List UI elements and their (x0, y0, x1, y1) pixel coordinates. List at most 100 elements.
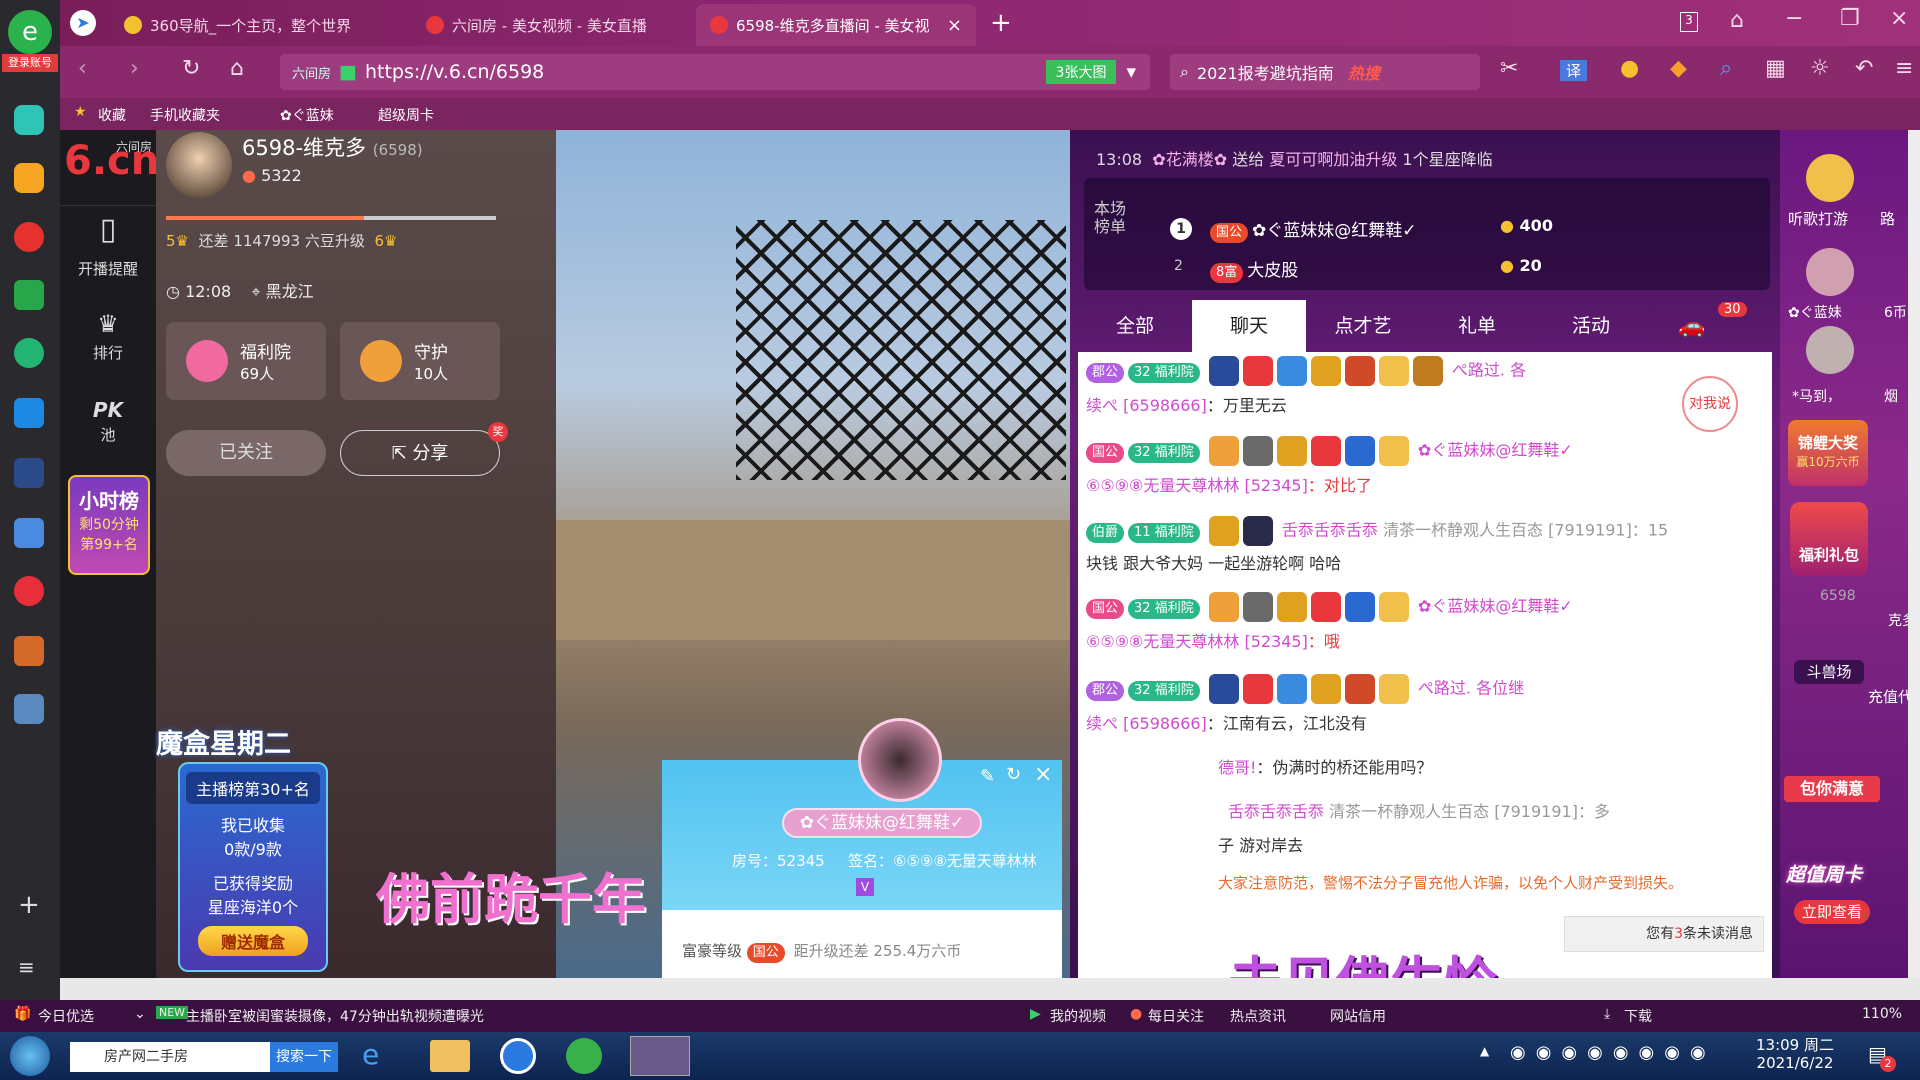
hourly-rank-card[interactable]: 小时榜 剩50分钟 第99+名 (68, 475, 150, 575)
browser-logo-icon[interactable]: e (8, 10, 52, 54)
share-button[interactable]: ⇱ 分享 (340, 430, 500, 476)
refresh-icon[interactable]: ↻ (1006, 764, 1021, 785)
followed-button[interactable]: 已关注 (166, 430, 326, 476)
new-tab-icon[interactable]: + (990, 8, 1012, 38)
chevron-down-icon[interactable]: ⌄ (134, 1006, 146, 1022)
view-now-button[interactable]: 立即查看 (1794, 900, 1870, 924)
popup-avatar[interactable] (858, 718, 942, 802)
host-avatar[interactable] (166, 132, 232, 198)
nav-pk[interactable]: PK (60, 398, 156, 422)
dropdown-icon[interactable]: ▾ (1126, 61, 1136, 83)
guard-button[interactable]: 守护 10人 (340, 322, 500, 400)
cloud-icon[interactable] (14, 338, 44, 368)
chat-message[interactable]: 国公 32 福利院 ✿ぐ蓝妹妹@红舞鞋✓ (1086, 592, 1766, 622)
tab-talent[interactable]: 点才艺 (1306, 300, 1420, 352)
bookmark-weekcard[interactable]: 超级周卡 (378, 105, 434, 125)
tab-all[interactable]: 全部 (1078, 300, 1192, 352)
forward-icon[interactable]: › (130, 56, 139, 81)
edit-icon[interactable]: ✎ (980, 766, 995, 787)
url-field[interactable]: 六间房 ■ https://v.6.cn/6598 3张大图 ▾ (280, 54, 1150, 90)
big-picture-button[interactable]: 3张大图 (1045, 60, 1117, 84)
add-icon[interactable]: + (18, 890, 40, 920)
close-popup-icon[interactable]: × (1034, 762, 1052, 787)
daily-follow[interactable]: 每日关注 (1148, 1006, 1204, 1026)
tab-count[interactable]: 3 (1680, 12, 1698, 32)
nav-pool[interactable]: 池 (60, 424, 156, 445)
arena-banner[interactable]: 斗兽场 (1794, 660, 1864, 684)
today-picks[interactable]: 今日优选 (38, 1006, 94, 1026)
ie-icon[interactable]: e (362, 1038, 402, 1074)
home-icon[interactable]: ⌂ (230, 56, 244, 81)
bookmark-lanmei[interactable]: ✿ぐ蓝妹 (280, 105, 334, 125)
game-icon[interactable]: ◆ (1670, 56, 1687, 81)
reload-icon[interactable]: ↻ (182, 56, 200, 81)
clock[interactable]: 13:09 周二 2021/6/22 (1756, 1036, 1834, 1072)
welfare-gift-banner[interactable]: 福利礼包 (1790, 502, 1868, 576)
chat-message[interactable]: 伯爵 11 福利院 舌忝舌忝舌忝 清茶一杯静观人生百态 [7919191]：15 (1086, 516, 1766, 546)
page-scrollbar[interactable] (1908, 130, 1920, 978)
back-icon[interactable]: ‹ (78, 56, 87, 81)
send-icon[interactable]: ➤ (70, 10, 96, 36)
app-icon-1[interactable] (14, 105, 44, 135)
game-app-icon[interactable] (14, 636, 44, 666)
zoom-level[interactable]: 110% (1862, 1006, 1902, 1022)
scissors-icon[interactable]: ✂ (1500, 56, 1518, 81)
find-icon[interactable]: ⌕ (1720, 56, 1732, 81)
koi-prize-banner[interactable]: 锦鲤大奖 赢10万六币 (1788, 420, 1868, 486)
tab-gift-list[interactable]: 礼单 (1420, 300, 1534, 352)
mail-icon[interactable] (14, 280, 44, 310)
taskbar-search-input[interactable]: 房产网二手房 (70, 1042, 270, 1072)
k-app-icon[interactable] (500, 1038, 536, 1074)
download-button[interactable]: 下载 (1624, 1006, 1652, 1026)
site-logo[interactable]: 6.cn (64, 138, 159, 184)
horizontal-scrollbar[interactable] (60, 978, 1920, 1000)
shirt-icon[interactable]: ⌂ (1730, 8, 1744, 33)
rank-row-2[interactable]: 8富 大皮股 (1210, 256, 1298, 283)
p-app-icon[interactable] (14, 398, 44, 428)
tab-activity[interactable]: 活动 (1534, 300, 1648, 352)
start-button[interactable] (10, 1036, 50, 1076)
folder-icon[interactable] (430, 1040, 470, 1072)
settings-menu-icon[interactable]: ≡ (1895, 56, 1913, 81)
photo-app-icon[interactable] (14, 694, 44, 724)
browser-taskbar-icon[interactable] (566, 1038, 602, 1074)
car-icon[interactable]: 🚗 (1678, 314, 1705, 339)
tab-chat[interactable]: 聊天 (1192, 300, 1306, 352)
weibo-icon[interactable] (14, 222, 44, 252)
nav-live-reminder[interactable]: 开播提醒 (60, 258, 156, 279)
close-tab-icon[interactable]: × (947, 15, 962, 36)
bookmark-favorites[interactable]: 收藏 (98, 105, 126, 125)
minimize-icon[interactable]: − (1785, 6, 1803, 31)
rank-row-1[interactable]: 国公 ✿ぐ蓝妹妹@红舞鞋✓ (1210, 216, 1417, 243)
menu-icon[interactable]: ≡ (18, 955, 35, 979)
talk-to-me-button[interactable]: 对我说 (1682, 376, 1738, 432)
login-button[interactable]: 登录账号 (2, 54, 58, 72)
brightness-icon[interactable]: ☼ (1810, 56, 1830, 81)
restore-icon[interactable]: ❐ (1840, 6, 1860, 31)
grid-icon[interactable]: ▦ (1765, 56, 1786, 81)
nav-rank[interactable]: 排行 (60, 342, 156, 363)
red-app-icon[interactable] (14, 576, 44, 606)
news-app-icon[interactable] (14, 458, 44, 488)
close-window-icon[interactable]: × (1890, 6, 1908, 31)
tab-6cn[interactable]: 六间房 - 美女视频 - 美女直播 (412, 4, 712, 46)
user-avatar[interactable] (1806, 326, 1854, 374)
chat-message[interactable]: 郡公 32 福利院 ぺ路过. 各 (1086, 356, 1766, 386)
tab-room[interactable]: 6598-维克多直播间 - 美女视 × (696, 4, 976, 46)
chat-message[interactable]: 德哥!：伪满时的桥还能用吗？ (1218, 754, 1758, 778)
bookmark-mobile[interactable]: 手机收藏夹 (150, 105, 220, 125)
taskbar-search-button[interactable]: 搜索一下 (270, 1042, 338, 1072)
site-credit[interactable]: 网站信用 (1330, 1006, 1386, 1026)
welfare-button[interactable]: 福利院 69人 (166, 322, 326, 400)
tray-up-icon[interactable]: ▲ (1480, 1044, 1489, 1058)
unread-message-bar[interactable]: 您有3条未读消息 (1564, 916, 1764, 952)
hot-news[interactable]: 热点资讯 (1230, 1006, 1286, 1026)
news-ticker[interactable]: 主播卧室被闺蜜装摄像，47分钟出轨视频遭曝光 (186, 1006, 484, 1026)
search-field[interactable]: ⌕ 2021报考避坑指南 热搜 (1170, 54, 1480, 90)
star-icon[interactable] (14, 163, 44, 193)
coin-icon[interactable]: ● (1620, 56, 1639, 81)
doc-app-icon[interactable] (14, 518, 44, 548)
undo-icon[interactable]: ↶ (1855, 56, 1873, 81)
chat-message[interactable]: 国公 32 福利院 ✿ぐ蓝妹妹@红舞鞋✓ (1086, 436, 1766, 466)
translate-button[interactable]: 译 (1560, 60, 1588, 81)
